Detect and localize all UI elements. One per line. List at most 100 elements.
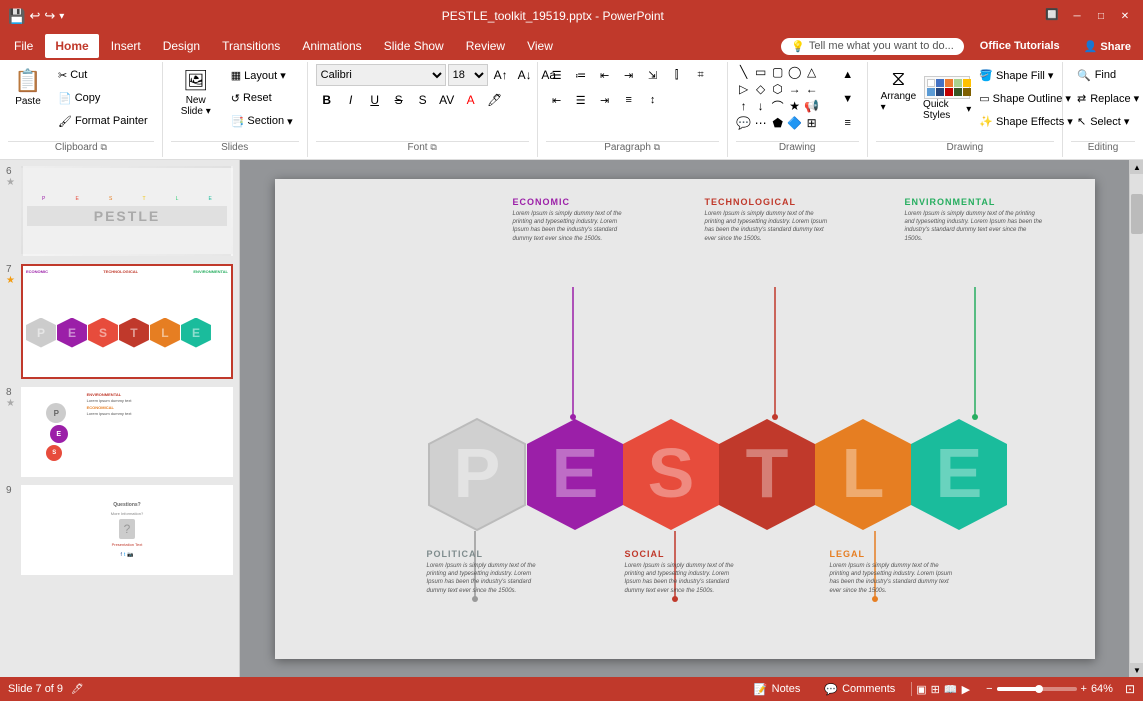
- slide-9-item[interactable]: 9 ★ Questions? More Information? ? Prese…: [4, 483, 235, 577]
- save-icon[interactable]: 💾: [8, 8, 25, 25]
- justify-btn[interactable]: ≡: [618, 89, 640, 111]
- minimize-btn[interactable]: ─: [1067, 8, 1087, 24]
- menu-file[interactable]: File: [4, 34, 43, 58]
- new-slide-btn[interactable]: 🖼 New Slide ▾: [171, 64, 221, 132]
- section-btn[interactable]: 📑 Section ▾: [225, 110, 299, 132]
- menu-insert[interactable]: Insert: [101, 34, 151, 58]
- qs-cell-8[interactable]: [945, 88, 953, 96]
- tell-me-text[interactable]: Tell me what you want to do...: [809, 40, 954, 52]
- char-spacing-btn[interactable]: AV: [436, 89, 458, 111]
- office-tutorials-btn[interactable]: Office Tutorials: [972, 38, 1068, 54]
- qs-cell-9[interactable]: [954, 88, 962, 96]
- underline-btn[interactable]: U: [364, 89, 386, 111]
- find-btn[interactable]: 🔍 Find: [1071, 64, 1143, 86]
- scroll-up-btn[interactable]: ▲: [1130, 160, 1143, 174]
- banner-shape[interactable]: 📢: [804, 98, 820, 114]
- undo-icon[interactable]: ↩: [29, 8, 40, 24]
- italic-btn[interactable]: I: [340, 89, 362, 111]
- slide-9-thumb[interactable]: Questions? More Information? ? Presentat…: [21, 485, 233, 575]
- hex-shape[interactable]: ⬡: [770, 81, 786, 97]
- format-painter-btn[interactable]: 🖌 Format Painter: [52, 110, 154, 132]
- strikethrough-btn[interactable]: S: [388, 89, 410, 111]
- close-btn[interactable]: ✕: [1115, 8, 1135, 24]
- qs-cell-7[interactable]: [936, 88, 944, 96]
- rtriangle-shape[interactable]: ▷: [736, 81, 752, 97]
- vertical-scrollbar[interactable]: ▲ ▼: [1129, 160, 1143, 677]
- qs-cell-10[interactable]: [963, 88, 971, 96]
- oval-shape[interactable]: ◯: [787, 64, 803, 80]
- paste-btn[interactable]: 📋 Paste: [8, 64, 48, 132]
- qs-cell-4[interactable]: [954, 79, 962, 87]
- scroll-track[interactable]: [1130, 174, 1143, 663]
- font-size-select[interactable]: 18: [448, 64, 488, 86]
- rect-shape[interactable]: ▭: [753, 64, 769, 80]
- shadow-btn[interactable]: S: [412, 89, 434, 111]
- qs-cell-5[interactable]: [963, 79, 971, 87]
- line-spacing-btn[interactable]: ↕: [642, 89, 664, 111]
- shapes-scrollup-btn[interactable]: ▲: [837, 64, 859, 86]
- menu-animations[interactable]: Animations: [292, 34, 371, 58]
- slide-7-thumb[interactable]: ECONOMIC TECHNOLOGICAL ENVIRONMENTAL P E: [21, 264, 233, 379]
- shapes-scrolldown-btn[interactable]: ▼: [837, 88, 859, 110]
- curved-shape[interactable]: ⌒: [770, 98, 786, 114]
- shapes-more3[interactable]: ⊞: [804, 115, 820, 131]
- qs-cell-1[interactable]: [927, 79, 935, 87]
- shapes-expand-btn[interactable]: ≡: [837, 112, 859, 134]
- numbered-list-btn[interactable]: ≔: [570, 64, 592, 86]
- line-shape[interactable]: ╲: [736, 64, 752, 80]
- shapes-more2[interactable]: 🔷: [787, 115, 803, 131]
- uarrow-shape[interactable]: ↑: [736, 98, 752, 114]
- slide-6-item[interactable]: 6 ★ P E S T L E: [4, 164, 235, 258]
- slideshow-btn[interactable]: ▶: [962, 683, 970, 696]
- star-shape[interactable]: ★: [787, 98, 803, 114]
- comments-btn[interactable]: 💬 Comments: [816, 683, 903, 696]
- bullet-list-btn[interactable]: ☰: [546, 64, 568, 86]
- scroll-down-btn[interactable]: ▼: [1130, 663, 1143, 677]
- round-rect-shape[interactable]: ▢: [770, 64, 786, 80]
- menu-transitions[interactable]: Transitions: [212, 34, 290, 58]
- decrease-indent-btn[interactable]: ⇤: [594, 64, 616, 86]
- normal-view-btn[interactable]: ▣: [916, 683, 926, 696]
- ribbon-collapse-icon[interactable]: 🔲: [1041, 8, 1063, 24]
- share-btn[interactable]: 👤 Share: [1076, 38, 1139, 55]
- columns-btn[interactable]: ⫿: [666, 64, 688, 86]
- scroll-thumb[interactable]: [1131, 194, 1143, 234]
- menu-view[interactable]: View: [517, 34, 563, 58]
- align-center-btn[interactable]: ☰: [570, 89, 592, 111]
- text-highlight-btn[interactable]: 🖊: [484, 89, 506, 111]
- font-name-select[interactable]: Calibri: [316, 64, 446, 86]
- zoom-slider[interactable]: [997, 687, 1077, 691]
- triangle-shape[interactable]: △: [804, 64, 820, 80]
- cut-btn[interactable]: ✂ Cut: [52, 64, 154, 86]
- slide-canvas[interactable]: ECONOMIC Lorem Ipsum is simply dummy tex…: [275, 179, 1095, 659]
- slide-6-thumb[interactable]: P E S T L E PESTLE: [21, 166, 233, 256]
- arrow-shape[interactable]: →: [787, 81, 803, 97]
- larrow-shape[interactable]: ←: [804, 81, 820, 97]
- menu-slideshow[interactable]: Slide Show: [374, 34, 454, 58]
- increase-indent-btn[interactable]: ⇥: [618, 64, 640, 86]
- bold-btn[interactable]: B: [316, 89, 338, 111]
- font-color-btn[interactable]: A: [460, 89, 482, 111]
- qs-cell-6[interactable]: [927, 88, 935, 96]
- redo-icon[interactable]: ↪: [44, 8, 55, 24]
- align-right-btn[interactable]: ⇥: [594, 89, 616, 111]
- slide-8-thumb[interactable]: P E S ENVIRONMENTAL Lorem ipsum dummy t: [21, 387, 233, 477]
- select-btn[interactable]: ↖ Select ▾: [1071, 110, 1143, 132]
- increase-font-btn[interactable]: A↑: [490, 64, 512, 86]
- zoom-level[interactable]: 64%: [1091, 683, 1121, 695]
- qs-cell-2[interactable]: [936, 79, 944, 87]
- text-direction-btn[interactable]: ⇲: [642, 64, 664, 86]
- reading-view-btn[interactable]: 📖: [944, 683, 958, 696]
- darrow-shape[interactable]: ↓: [753, 98, 769, 114]
- slide-7-item[interactable]: 7 ★ ECONOMIC TECHNOLOGICAL ENVIRONMENTAL: [4, 262, 235, 381]
- fit-slide-btn[interactable]: ⊡: [1125, 682, 1135, 696]
- menu-review[interactable]: Review: [456, 34, 515, 58]
- copy-btn[interactable]: 📄 Copy: [52, 87, 154, 109]
- notes-btn[interactable]: 📝 Notes: [746, 683, 808, 696]
- zoom-thumb[interactable]: [1035, 685, 1043, 693]
- arrange-btn[interactable]: ⧖ Arrange ▾: [876, 64, 921, 132]
- callout-shape[interactable]: 💬: [736, 115, 752, 131]
- slide-sorter-btn[interactable]: ⊞: [931, 683, 940, 696]
- menu-design[interactable]: Design: [153, 34, 210, 58]
- menu-home[interactable]: Home: [45, 34, 98, 58]
